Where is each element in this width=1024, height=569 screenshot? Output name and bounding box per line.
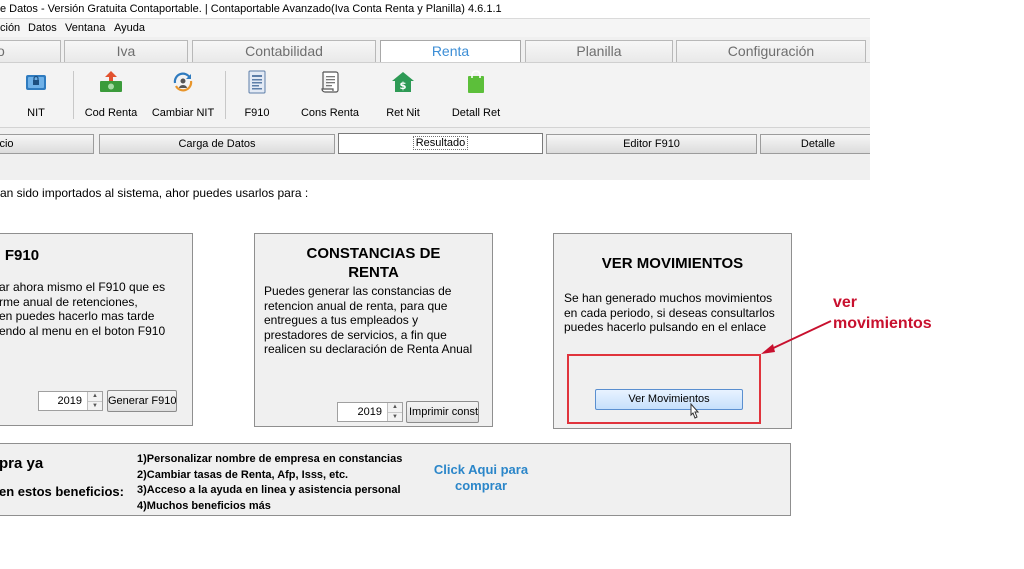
mouse-cursor-icon <box>690 403 700 419</box>
menu-bar: ción Datos Ventana Ayuda <box>0 19 870 37</box>
constancias-description-line: Puedes generar las constancias de <box>264 284 452 298</box>
menu-item-datos[interactable]: Datos <box>28 19 57 37</box>
renta-toolbar: NIT Cod Renta Cambiar NIT F910 Cons Rent… <box>0 62 870 128</box>
movimientos-description-line: Se han generado muchos movimientos <box>564 291 773 305</box>
movimientos-card-title: VER MOVIMIENTOS <box>601 255 744 272</box>
toolbar-cons-renta-label: Cons Renta <box>300 107 360 119</box>
f910-description-line: endo al menu en el boton F910 <box>0 323 166 338</box>
toolbar-nit-button[interactable]: NIT <box>18 69 54 125</box>
menu-item-ventana[interactable]: Ventana <box>65 19 105 37</box>
f910-year-value: 2019 <box>57 395 82 407</box>
buy-link-line: Click Aqui para <box>433 462 529 477</box>
subtab-editor-f910[interactable]: Editor F910 <box>546 134 757 154</box>
toolbar-cod-renta-button[interactable]: Cod Renta <box>82 69 140 125</box>
toolbar-f910-label: F910 <box>244 107 270 119</box>
constancias-description-line: retencion anual de renta, para que <box>264 298 448 313</box>
subtab-carga-de-datos[interactable]: Carga de Datos <box>99 134 335 154</box>
money-upload-icon <box>100 71 122 92</box>
spinner-arrows[interactable]: ▲ ▼ <box>387 403 402 421</box>
constancias-title-line: CONSTANCIAS DE <box>306 245 441 262</box>
annotation-arrow-icon <box>761 320 832 354</box>
benefit-item: 2)Cambiar tasas de Renta, Afp, Isss, etc… <box>137 468 349 481</box>
spinner-arrows[interactable]: ▲ ▼ <box>87 392 102 410</box>
f910-description-line: en puedes hacerlo mas tarde <box>0 309 155 323</box>
ver-movimientos-button[interactable]: Ver Movimientos <box>595 389 743 410</box>
generar-f910-button[interactable]: Generar F910 <box>107 390 177 412</box>
toolbar-cons-renta-button[interactable]: Cons Renta <box>298 69 362 125</box>
constancias-description-line: entregues a tus empleados y <box>264 313 419 327</box>
toolbar-nit-label: NIT <box>27 107 45 119</box>
promo-subheading: en estos beneficios: <box>0 484 124 499</box>
f910-card-title: F910 <box>4 247 40 264</box>
subtab-resultado[interactable]: Resultado <box>338 133 543 154</box>
benefit-item: 3)Acceso a la ayuda en linea y asistenci… <box>137 484 401 496</box>
benefit-item: 1)Personalizar nombre de empresa en cons… <box>137 453 403 465</box>
subtab-resultado-label: Resultado <box>412 136 469 150</box>
toolbar-ret-nit-label: Ret Nit <box>386 107 420 119</box>
constancias-description-line: realicen su declaración de Renta Anual <box>264 342 473 356</box>
f910-description-line: rme anual de retenciones, <box>0 294 138 309</box>
f910-card: F910 ar ahora mismo el F910 que es rme a… <box>0 233 193 426</box>
menu-item-edicion[interactable]: ción <box>0 19 20 37</box>
promo-heading: pra ya <box>0 455 44 472</box>
promo-benefits-list: 1)Personalizar nombre de empresa en cons… <box>137 452 402 514</box>
annotation-line: movimientos <box>833 315 932 332</box>
constancias-title-line: RENTA <box>348 264 399 281</box>
application-window: e Datos - Versión Gratuita Contaportable… <box>0 0 870 569</box>
intro-text: an sido importados al sistema, ahor pued… <box>0 186 309 200</box>
purchase-promo-panel: pra ya en estos beneficios: 1)Personaliz… <box>0 443 791 516</box>
f910-year-spinner[interactable]: 2019 ▲ ▼ <box>38 391 103 411</box>
tab-planilla[interactable]: Planilla <box>525 40 673 62</box>
subtab-inicio[interactable]: icio <box>0 134 94 154</box>
constancias-card: CONSTANCIAS DE RENTA Puedes generar las … <box>254 233 493 427</box>
toolbar-separator <box>73 71 74 119</box>
tab-inicio[interactable]: o <box>0 40 61 62</box>
spinner-up-icon[interactable]: ▲ <box>88 392 102 401</box>
window-title: e Datos - Versión Gratuita Contaportable… <box>0 3 502 15</box>
toolbar-cod-renta-label: Cod Renta <box>84 107 138 119</box>
spinner-down-icon[interactable]: ▼ <box>388 412 402 421</box>
toolbar-detall-ret-button[interactable]: Detall Ret <box>450 69 502 125</box>
f910-card-description: ar ahora mismo el F910 que es rme anual … <box>0 280 189 338</box>
benefit-item: 4)Muchos beneficios más <box>137 499 271 512</box>
toolbar-cambiar-nit-label: Cambiar NIT <box>151 107 215 119</box>
tab-contabilidad[interactable]: Contabilidad <box>192 40 376 62</box>
spinner-down-icon[interactable]: ▼ <box>88 401 102 410</box>
constancias-year-spinner[interactable]: 2019 ▲ ▼ <box>337 402 403 422</box>
subtab-detalle[interactable]: Detalle <box>760 134 870 154</box>
refresh-user-icon <box>173 72 193 92</box>
shopping-bag-icon <box>468 70 484 93</box>
window-title-bar: e Datos - Versión Gratuita Contaportable… <box>0 0 870 19</box>
constancias-year-value: 2019 <box>357 406 382 418</box>
sub-tab-bar: icio Carga de Datos Resultado Editor F91… <box>0 133 870 155</box>
tab-renta[interactable]: Renta <box>380 40 521 63</box>
imprimir-constancias-button[interactable]: Imprimir const <box>406 401 479 423</box>
toolbar-cambiar-nit-button[interactable]: Cambiar NIT <box>150 69 216 125</box>
toolbar-f910-button[interactable]: F910 <box>240 69 274 125</box>
menu-item-ayuda[interactable]: Ayuda <box>114 19 145 37</box>
form-document-icon <box>248 70 266 94</box>
tab-configuracion[interactable]: Configuración <box>676 40 866 62</box>
annotation-line: ver <box>833 294 858 311</box>
tab-iva[interactable]: Iva <box>64 40 188 62</box>
svg-text:$: $ <box>400 81 407 92</box>
main-tab-bar: o Iva Contabilidad Renta Planilla Config… <box>0 40 870 63</box>
toolbar-detall-ret-label: Detall Ret <box>451 107 501 119</box>
annotation-label: ver movimientos <box>833 292 932 334</box>
house-dollar-icon: $ <box>392 72 414 92</box>
constancias-card-description: Puedes generar las constancias de retenc… <box>264 284 492 357</box>
buy-link[interactable]: Click Aqui para comprar <box>429 462 533 494</box>
constancias-card-title: CONSTANCIAS DE RENTA <box>255 244 492 282</box>
toolbar-ret-nit-button[interactable]: $ Ret Nit <box>383 69 423 125</box>
constancias-description-line: prestadores de servicios, a fin que <box>264 327 447 342</box>
f910-description-line: ar ahora mismo el F910 que es <box>0 280 166 294</box>
spinner-up-icon[interactable]: ▲ <box>388 403 402 412</box>
scroll-document-icon <box>321 71 339 93</box>
lock-card-icon <box>26 75 46 90</box>
toolbar-separator <box>225 71 226 119</box>
buy-link-line: comprar <box>454 478 508 493</box>
